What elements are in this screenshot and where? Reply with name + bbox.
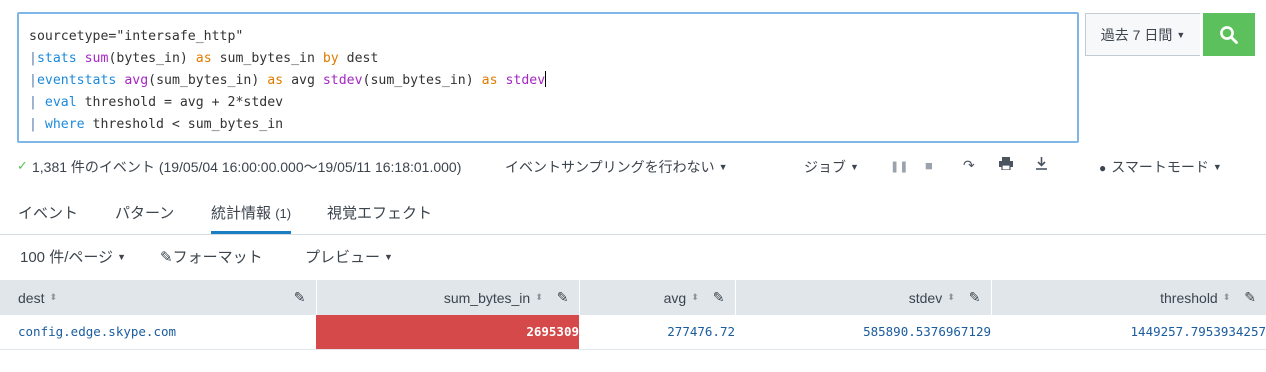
column-header-threshold[interactable]: threshold ⬍ ✎ bbox=[991, 280, 1266, 315]
chevron-down-icon: ▼ bbox=[117, 252, 126, 262]
format-label: フォーマット bbox=[172, 249, 263, 266]
export-icon[interactable] bbox=[1035, 157, 1048, 173]
lightbulb-icon: ● bbox=[1099, 161, 1107, 175]
search-query-lines: sourcetype="intersafe_http" |stats sum(by… bbox=[29, 26, 547, 136]
tab-visualization[interactable]: 視覚エフェクト bbox=[327, 202, 432, 232]
stop-icon[interactable]: ■ bbox=[925, 158, 933, 173]
cell-sum-bytes-in[interactable]: 2695309 bbox=[316, 315, 579, 350]
job-label: ジョブ bbox=[804, 159, 846, 175]
search-query-editor[interactable]: sourcetype="intersafe_http" |stats sum(by… bbox=[17, 12, 1079, 143]
per-page-dropdown[interactable]: 100 件/ページ ▼ bbox=[20, 246, 126, 267]
query-line: | eval threshold = avg + 2*stdev bbox=[29, 95, 284, 110]
pause-icon[interactable]: ❚❚ bbox=[890, 160, 908, 173]
search-icon bbox=[1220, 25, 1238, 44]
column-label: dest bbox=[18, 289, 45, 306]
text-caret bbox=[545, 71, 547, 87]
tab-events-label: イベント bbox=[18, 205, 79, 222]
chevron-down-icon: ▼ bbox=[384, 252, 393, 262]
search-mode-dropdown[interactable]: ● スマートモード ▼ bbox=[1099, 157, 1222, 177]
time-range-label: 過去 7 日間 bbox=[1100, 26, 1173, 43]
share-icon[interactable]: ↷ bbox=[963, 157, 975, 174]
results-tabs: イベント パターン 統計情報 (1) 視覚エフェクト bbox=[0, 198, 1266, 235]
column-header-sum-bytes-in[interactable]: sum_bytes_in ⬍ ✎ bbox=[316, 280, 580, 315]
job-menu[interactable]: ジョブ ▼ bbox=[804, 157, 859, 177]
event-count-text: 1,381 件のイベント (19/05/04 16:00:00.000〜19/0… bbox=[32, 159, 462, 175]
per-page-label: 100 件/ページ bbox=[20, 249, 114, 266]
query-line: | where threshold < sum_bytes_in bbox=[29, 117, 284, 132]
pencil-icon[interactable]: ✎ bbox=[713, 289, 725, 306]
sort-icon[interactable]: ⬍ bbox=[947, 293, 955, 302]
sampling-label: イベントサンプリングを行わない bbox=[505, 159, 715, 175]
preview-label: プレビュー bbox=[305, 249, 381, 266]
chevron-down-icon: ▼ bbox=[1212, 162, 1222, 172]
time-range-picker[interactable]: 過去 7 日間 ▼ bbox=[1085, 13, 1200, 56]
tab-visualization-label: 視覚エフェクト bbox=[327, 205, 433, 222]
tab-patterns-label: パターン bbox=[115, 205, 175, 222]
tab-statistics-count: (1) bbox=[275, 206, 292, 221]
column-label: sum_bytes_in bbox=[443, 289, 531, 306]
chevron-down-icon: ▼ bbox=[850, 162, 859, 172]
column-label: stdev bbox=[908, 289, 943, 306]
sampling-dropdown[interactable]: イベントサンプリングを行わない ▼ bbox=[505, 157, 728, 177]
format-button[interactable]: ✎フォーマット bbox=[160, 246, 263, 267]
preview-dropdown[interactable]: プレビュー ▼ bbox=[305, 246, 393, 267]
pencil-icon[interactable]: ✎ bbox=[294, 289, 306, 306]
job-status-bar: ✓ 1,381 件のイベント (19/05/04 16:00:00.000〜19… bbox=[17, 155, 1257, 179]
check-icon: ✓ bbox=[17, 158, 28, 173]
statistics-table: dest ⬍ ✎ sum_bytes_in ⬍ ✎ avg ⬍ ✎ stdev … bbox=[0, 280, 1266, 350]
pencil-icon[interactable]: ✎ bbox=[1244, 289, 1256, 306]
results-toolbar: 100 件/ページ ▼ ✎フォーマット プレビュー ▼ bbox=[0, 234, 1266, 280]
tab-statistics[interactable]: 統計情報 (1) bbox=[211, 202, 292, 234]
column-label: avg bbox=[663, 289, 687, 306]
chevron-down-icon: ▼ bbox=[718, 162, 728, 172]
tab-statistics-label: 統計情報 bbox=[211, 205, 272, 222]
cell-stdev[interactable]: 585890.5376967129 bbox=[735, 315, 991, 350]
query-line: |eventstats avg(sum_bytes_in) as avg std… bbox=[29, 71, 547, 88]
column-label: threshold bbox=[1160, 289, 1218, 306]
cell-threshold[interactable]: 1449257.7953934257 bbox=[991, 315, 1266, 350]
pencil-icon[interactable]: ✎ bbox=[557, 289, 569, 306]
chevron-down-icon: ▼ bbox=[1176, 29, 1186, 40]
query-line: sourcetype="intersafe_http" bbox=[29, 29, 244, 44]
cell-avg[interactable]: 277476.72 bbox=[579, 315, 735, 350]
search-mode-label: スマートモード bbox=[1111, 159, 1209, 175]
pencil-icon: ✎ bbox=[160, 249, 173, 266]
sort-icon[interactable]: ⬍ bbox=[1223, 293, 1231, 302]
sort-icon[interactable]: ⬍ bbox=[49, 293, 57, 302]
tab-patterns[interactable]: パターン bbox=[115, 202, 174, 232]
table-row: config.edge.skype.com 2695309 277476.72 … bbox=[0, 315, 1266, 350]
column-header-avg[interactable]: avg ⬍ ✎ bbox=[579, 280, 736, 315]
pencil-icon[interactable]: ✎ bbox=[969, 289, 981, 306]
sort-icon[interactable]: ⬍ bbox=[535, 293, 543, 302]
query-line: |stats sum(bytes_in) as sum_bytes_in by … bbox=[29, 51, 379, 66]
search-button[interactable] bbox=[1203, 13, 1255, 56]
tab-events[interactable]: イベント bbox=[18, 202, 78, 232]
column-header-dest[interactable]: dest ⬍ ✎ bbox=[0, 280, 317, 315]
column-header-stdev[interactable]: stdev ⬍ ✎ bbox=[735, 280, 992, 315]
sort-icon[interactable]: ⬍ bbox=[691, 293, 699, 302]
cell-dest[interactable]: config.edge.skype.com bbox=[0, 315, 316, 350]
print-icon[interactable] bbox=[999, 157, 1013, 173]
